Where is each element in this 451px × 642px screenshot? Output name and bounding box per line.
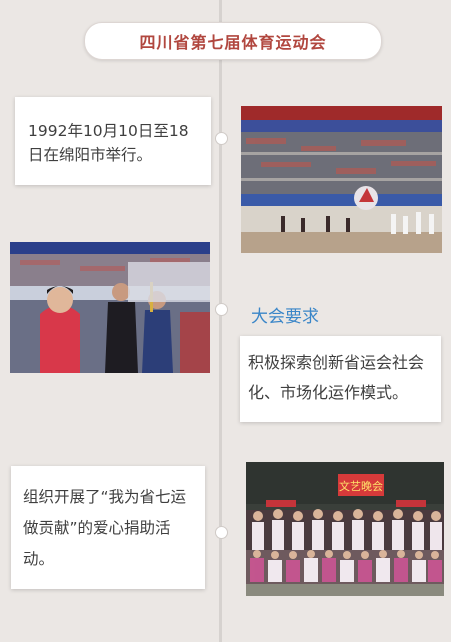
charity-card: 组织开展了“我为省七运做贡献”的爱心捐助活动。 <box>11 466 205 589</box>
stadium-opening-photo <box>241 106 442 253</box>
event-dates-text: 1992年10月10日至18日在绵阳市举行。 <box>28 122 189 164</box>
requirements-heading: 大会要求 <box>251 307 319 327</box>
charity-text: 组织开展了“我为省七运做贡献”的爱心捐助活动。 <box>23 488 187 568</box>
page-title-text: 四川省第七届体育运动会 <box>139 33 327 52</box>
group-photo: 文艺晚会 <box>246 462 444 596</box>
requirements-card: 积极探索创新省运会社会化、市场化运作模式。 <box>240 336 441 422</box>
timeline-dot <box>215 132 228 145</box>
timeline-dot <box>215 303 228 316</box>
event-card-dates: 1992年10月10日至18日在绵阳市举行。 <box>15 97 211 185</box>
timeline-dot <box>215 526 228 539</box>
page-title: 四川省第七届体育运动会 <box>84 22 382 60</box>
timeline-axis <box>219 0 222 642</box>
banner-text: 文艺晚会 <box>339 479 383 493</box>
ceremony-photo <box>10 242 210 373</box>
requirements-text: 积极探索创新省运会社会化、市场化运作模式。 <box>248 353 425 402</box>
